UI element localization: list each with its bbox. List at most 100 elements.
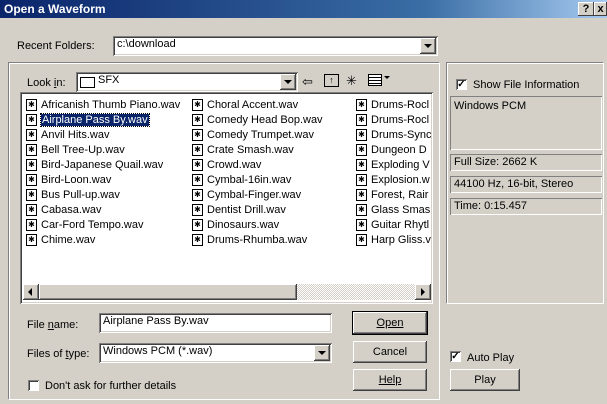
wave-file-icon: ✱ xyxy=(356,219,367,232)
view-menu-arrow-icon[interactable] xyxy=(384,76,390,79)
duration-display: Time: 0:15.457 xyxy=(450,198,602,215)
scroll-left-arrow-icon xyxy=(28,288,32,296)
file-item[interactable]: ✱ Dinosaurs.wav xyxy=(192,218,279,233)
file-item[interactable]: ✱ Dentist Drill.wav xyxy=(192,203,286,218)
wave-file-icon: ✱ xyxy=(356,159,367,172)
recent-folders-value: c:\download xyxy=(117,38,176,50)
up-folder-icon[interactable]: ↑ xyxy=(324,74,339,87)
file-item[interactable]: ✱ Guitar Rhytl xyxy=(356,218,429,233)
view-menu-icon[interactable] xyxy=(368,74,382,86)
full-size-display: Full Size: 2662 K xyxy=(450,154,602,171)
file-item[interactable]: ✱ Crowd.wav xyxy=(192,158,261,173)
folder-icon xyxy=(80,77,95,88)
wave-file-icon: ✱ xyxy=(356,234,367,247)
file-item[interactable]: ✱ Choral Accent.wav xyxy=(192,98,298,113)
wave-file-icon: ✱ xyxy=(192,219,203,232)
look-in-label: Look in: xyxy=(27,77,66,89)
file-item[interactable]: ✱ Bus Pull-up.wav xyxy=(26,188,120,203)
file-item[interactable]: ✱ Drums-Rhumba.wav xyxy=(192,233,307,248)
file-item[interactable]: ✱ Drums-Rocl xyxy=(356,113,429,128)
file-item[interactable]: ✱ Glass Smas xyxy=(356,203,430,218)
wave-file-icon: ✱ xyxy=(356,114,367,127)
scroll-thumb[interactable] xyxy=(39,284,297,300)
open-waveform-dialog: Open a Waveform ? x Recent Folders: c:\d… xyxy=(0,0,607,404)
close-title-button[interactable]: x xyxy=(594,2,607,16)
show-file-info-checkbox[interactable]: ✓ xyxy=(456,79,467,90)
file-item[interactable]: ✱ Drums-Rocl xyxy=(356,98,429,113)
files-of-type-dropdown-arrow[interactable] xyxy=(314,345,330,361)
title-bar: Open a Waveform ? x xyxy=(0,0,607,18)
wave-file-icon: ✱ xyxy=(26,174,37,187)
file-item[interactable]: ✱ Bird-Japanese Quail.wav xyxy=(26,158,163,173)
file-item[interactable]: ✱ Explosion.w xyxy=(356,173,430,188)
help-title-button[interactable]: ? xyxy=(578,2,594,16)
recent-folders-label: Recent Folders: xyxy=(17,40,95,52)
file-item[interactable]: ✱ Comedy Trumpet.wav xyxy=(192,128,314,143)
file-name-label: File name: xyxy=(27,319,79,331)
recent-folders-dropdown-arrow[interactable] xyxy=(420,38,436,54)
wave-file-icon: ✱ xyxy=(26,234,37,247)
wave-file-icon: ✱ xyxy=(26,204,37,217)
file-item[interactable]: ✱ Cymbal-16in.wav xyxy=(192,173,291,188)
wave-file-icon: ✱ xyxy=(26,189,37,202)
file-item[interactable]: ✱ Chime.wav xyxy=(26,233,95,248)
file-item[interactable]: ✱ Harp Gliss.v xyxy=(356,233,431,248)
file-item[interactable]: ✱ Cymbal-Finger.wav xyxy=(192,188,301,203)
auto-play-label: Auto Play xyxy=(467,352,515,364)
scroll-right-button[interactable] xyxy=(415,284,431,300)
auto-play-checkbox[interactable]: ✓ xyxy=(450,351,461,362)
wave-file-icon: ✱ xyxy=(356,189,367,202)
wave-file-icon: ✱ xyxy=(192,174,203,187)
sample-rate-display: 44100 Hz, 16-bit, Stereo xyxy=(450,176,602,193)
format-display: Windows PCM xyxy=(450,96,602,150)
wave-file-icon: ✱ xyxy=(356,144,367,157)
wave-file-icon: ✱ xyxy=(26,114,37,127)
wave-file-icon: ✱ xyxy=(356,99,367,112)
wave-file-icon: ✱ xyxy=(192,234,203,247)
file-item[interactable]: ✱ Anvil Hits.wav xyxy=(26,128,109,143)
play-button[interactable]: Play xyxy=(450,369,520,391)
wave-file-icon: ✱ xyxy=(192,99,203,112)
files-of-type-combo[interactable]: Windows PCM (*.wav) xyxy=(99,343,332,363)
wave-file-icon: ✱ xyxy=(192,144,203,157)
file-item-selected[interactable]: ✱ Airplane Pass By.wav xyxy=(26,113,150,128)
file-item[interactable]: ✱ Africanish Thumb Piano.wav xyxy=(26,98,180,113)
look-in-dropdown-arrow[interactable] xyxy=(280,74,296,90)
window-title: Open a Waveform xyxy=(4,2,106,16)
wave-file-icon: ✱ xyxy=(192,204,203,217)
file-item[interactable]: ✱ Exploding V xyxy=(356,158,430,173)
file-item[interactable]: ✱ Cabasa.wav xyxy=(26,203,102,218)
scroll-right-arrow-icon xyxy=(421,288,425,296)
wave-file-icon: ✱ xyxy=(26,99,37,112)
files-of-type-label: Files of type: xyxy=(27,348,90,360)
help-button[interactable]: Help xyxy=(353,369,427,391)
back-icon[interactable]: ⇦ xyxy=(302,74,313,90)
wave-file-icon: ✱ xyxy=(192,189,203,202)
file-item[interactable]: ✱ Comedy Head Bop.wav xyxy=(192,113,323,128)
open-button[interactable]: Open xyxy=(352,311,428,335)
wave-file-icon: ✱ xyxy=(356,174,367,187)
look-in-combo[interactable]: SFX xyxy=(76,72,298,92)
recent-folders-combo[interactable]: c:\download xyxy=(113,36,438,56)
file-item[interactable]: ✱ Bell Tree-Up.wav xyxy=(26,143,125,158)
file-item[interactable]: ✱ Bird-Loon.wav xyxy=(26,173,111,188)
horizontal-scrollbar[interactable] xyxy=(23,284,431,300)
dont-ask-checkbox[interactable] xyxy=(28,380,39,391)
wave-file-icon: ✱ xyxy=(26,144,37,157)
file-item[interactable]: ✱ Car-Ford Tempo.wav xyxy=(26,218,144,233)
file-name-input[interactable]: Airplane Pass By.wav xyxy=(99,313,332,333)
dont-ask-label: Don't ask for further details xyxy=(45,380,177,392)
look-in-value: SFX xyxy=(98,74,120,86)
file-item[interactable]: ✱ Forest, Rair xyxy=(356,188,428,203)
file-item[interactable]: ✱ Drums-Sync xyxy=(356,128,431,143)
file-item[interactable]: ✱ Dungeon D xyxy=(356,143,427,158)
wave-file-icon: ✱ xyxy=(192,129,203,142)
new-folder-icon[interactable]: ✳ xyxy=(346,73,357,89)
file-item[interactable]: ✱ Crate Smash.wav xyxy=(192,143,294,158)
wave-file-icon: ✱ xyxy=(26,219,37,232)
scroll-left-button[interactable] xyxy=(23,284,39,300)
wave-file-icon: ✱ xyxy=(192,159,203,172)
cancel-button[interactable]: Cancel xyxy=(353,341,427,363)
wave-file-icon: ✱ xyxy=(356,204,367,217)
file-list: ✱ Africanish Thumb Piano.wav ✱ Airplane Pa… xyxy=(22,94,431,300)
